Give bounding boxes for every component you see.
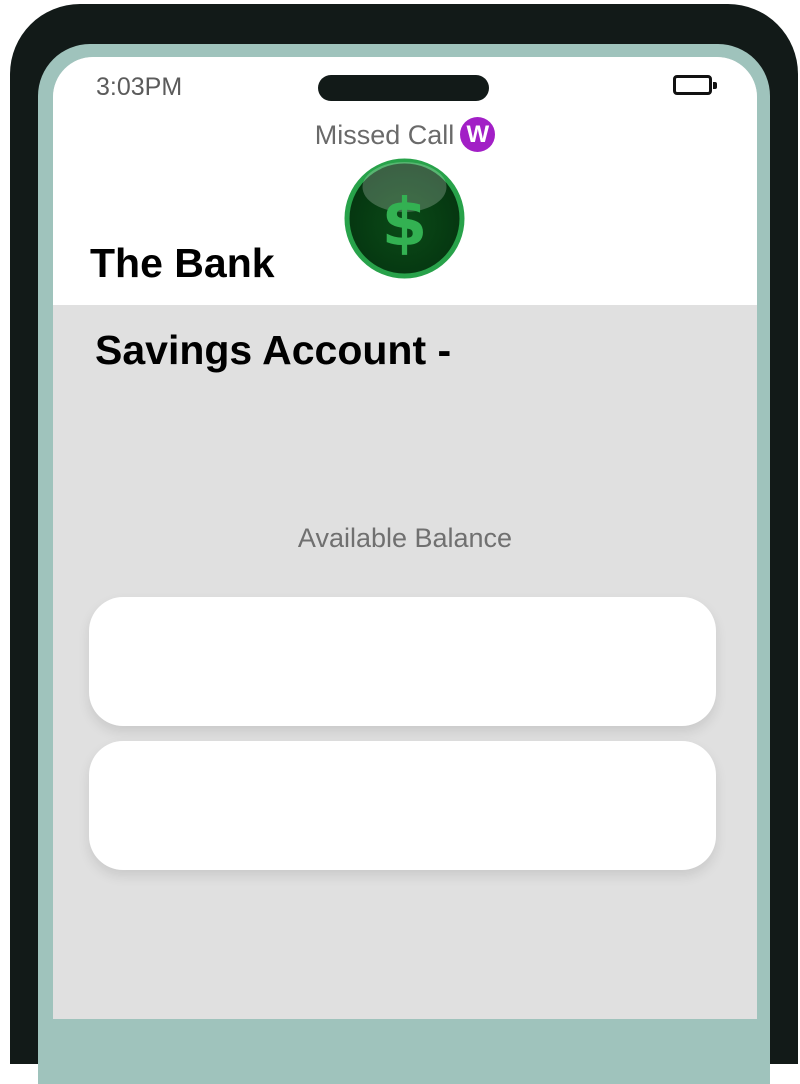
bank-name: The Bank (90, 240, 275, 286)
contact-badge: W (460, 117, 496, 153)
dollar-coin-icon: $ (344, 158, 465, 279)
app-header: 3:03PM Missed Call W $ The Bank (53, 57, 757, 305)
camera-notch (318, 75, 489, 101)
account-title: Savings Account - (95, 327, 452, 373)
battery-icon (673, 75, 717, 95)
missed-call-label: Missed Call (314, 119, 455, 150)
balance-card-2[interactable] (89, 741, 716, 870)
missed-call-notification[interactable]: Missed Call W (53, 115, 757, 153)
phone-screen: 3:03PM Missed Call W $ The Bank Savings A… (53, 57, 757, 1019)
status-time: 3:03PM (96, 73, 183, 101)
dollar-symbol: $ (382, 184, 428, 261)
available-balance-label: Available Balance (297, 523, 513, 553)
balance-card-1[interactable] (89, 597, 716, 726)
